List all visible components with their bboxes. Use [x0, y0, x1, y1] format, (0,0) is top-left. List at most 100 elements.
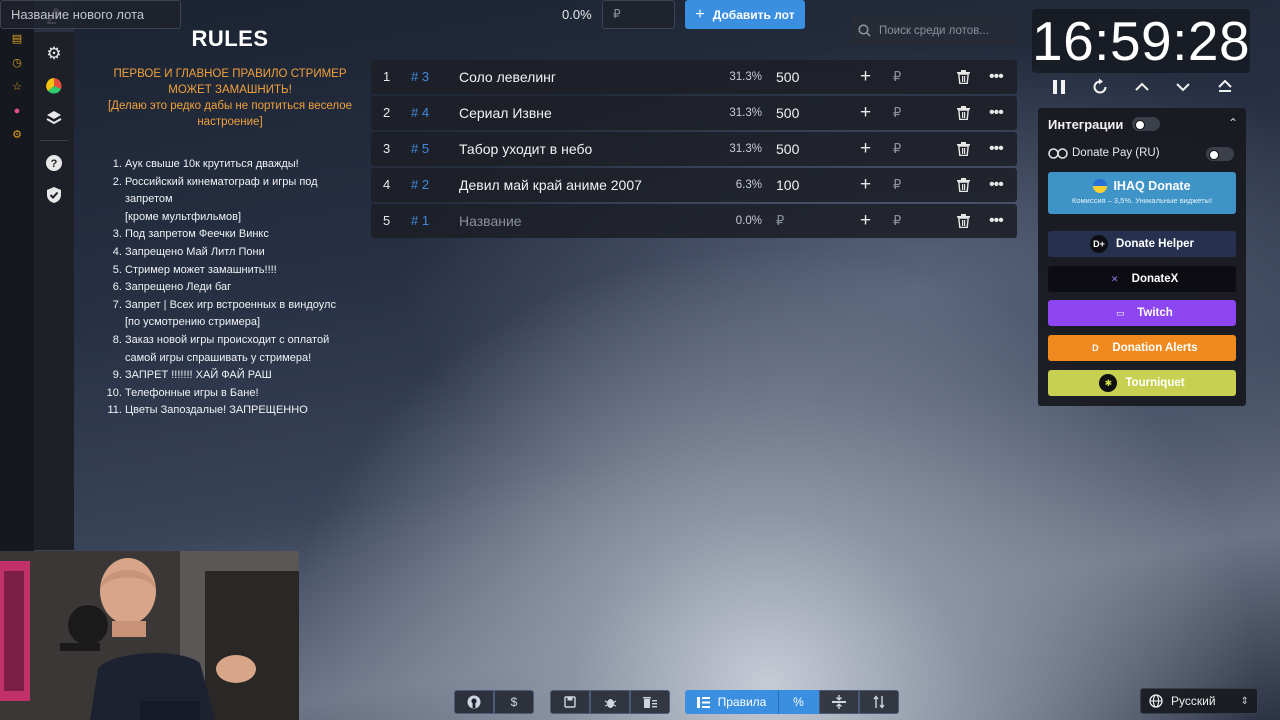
- collapse-icon[interactable]: ⌃: [1228, 116, 1238, 130]
- lot-percent: 31.3%: [729, 143, 762, 155]
- add-amount-icon[interactable]: +: [860, 96, 871, 130]
- lot-percent: 31.3%: [729, 107, 762, 119]
- lot-amount[interactable]: 500: [776, 60, 799, 94]
- service-button-donation-alerts[interactable]: D Donation Alerts: [1048, 335, 1236, 361]
- lot-amount[interactable]: 500: [776, 96, 799, 130]
- trash-icon[interactable]: [957, 96, 970, 130]
- rule-text: Телефонные игры в Бане!: [125, 386, 259, 399]
- service-button-tourniquet[interactable]: ✱ Tourniquet: [1048, 370, 1236, 396]
- more-icon[interactable]: •••: [989, 168, 1004, 202]
- reset-icon[interactable]: [1085, 72, 1115, 102]
- donate-pay-toggle[interactable]: [1206, 147, 1234, 161]
- service-label: Donate Helper: [1116, 238, 1194, 250]
- service-label: Twitch: [1137, 307, 1173, 319]
- service-label: Donation Alerts: [1112, 342, 1198, 354]
- github-button[interactable]: [454, 690, 494, 714]
- more-icon[interactable]: •••: [989, 204, 1004, 238]
- rule-text: Цветы Запоздалые! ЗАПРЕЩЕННО: [125, 404, 308, 417]
- lot-name[interactable]: Табор уходит в небо: [459, 132, 592, 166]
- lot-row[interactable]: 4 # 2 Девил май край аниме 2007 6.3% 100 + ₽ ••…: [371, 168, 1017, 202]
- lot-name[interactable]: Девил май край аниме 2007: [459, 168, 642, 202]
- lot-amount[interactable]: ₽: [776, 204, 784, 238]
- more-icon[interactable]: •••: [989, 132, 1004, 166]
- github-icon: [467, 695, 481, 709]
- donate-pay-row: Donate Pay (RU): [1048, 146, 1236, 162]
- new-lot-amount-input[interactable]: ₽: [602, 0, 675, 29]
- clock-icon[interactable]: ◷: [10, 56, 24, 70]
- donate-dollar-button[interactable]: $: [494, 690, 534, 714]
- more-icon[interactable]: •••: [989, 96, 1004, 130]
- folder-icon[interactable]: ▤: [10, 32, 24, 46]
- palette-icon[interactable]: ●: [10, 104, 24, 118]
- service-button-donate-helper[interactable]: D+ Donate Helper: [1048, 231, 1236, 257]
- lot-id: # 1: [411, 213, 430, 228]
- clear-lots-button[interactable]: [630, 690, 670, 714]
- lot-name[interactable]: Соло левелинг: [459, 60, 556, 94]
- select-chevron-icon: ⇕: [1240, 695, 1249, 707]
- add-amount-icon[interactable]: +: [860, 168, 871, 202]
- settings-small-icon[interactable]: ⚙: [10, 128, 24, 142]
- lot-amount[interactable]: 100: [776, 168, 799, 202]
- lot-row[interactable]: 5 # 1 Название 0.0% ₽ + ₽ •••: [371, 204, 1017, 238]
- sort-button[interactable]: [859, 690, 899, 714]
- iqhaq-title: IHAQ Donate: [1113, 179, 1191, 193]
- language-select[interactable]: Русский ⇕: [1140, 688, 1258, 714]
- language-label: Русский: [1171, 694, 1216, 708]
- more-icon[interactable]: •••: [989, 60, 1004, 94]
- shield-check-icon[interactable]: [34, 179, 74, 211]
- double-up-icon[interactable]: [1210, 72, 1240, 102]
- rules-button[interactable]: Правила: [685, 690, 778, 714]
- timer-controls: [1040, 72, 1246, 102]
- chevron-up-icon[interactable]: [1127, 72, 1157, 102]
- lot-currency: ₽: [893, 141, 902, 156]
- rule-text: Запрещено Леди баг: [125, 281, 232, 294]
- service-label: Tourniquet: [1125, 377, 1185, 389]
- integrations-toggle[interactable]: [1132, 117, 1160, 131]
- lot-name[interactable]: Название: [459, 204, 522, 238]
- trash-icon[interactable]: [957, 132, 970, 166]
- percent-toggle-button[interactable]: %: [778, 690, 819, 714]
- lot-currency: ₽: [893, 105, 902, 120]
- settings-icon[interactable]: ⚙: [34, 38, 74, 70]
- add-amount-icon[interactable]: +: [860, 132, 871, 166]
- help-icon[interactable]: ?: [34, 147, 74, 179]
- wheel-icon[interactable]: [34, 70, 74, 102]
- lot-name[interactable]: Сериал Извне: [459, 96, 552, 130]
- lot-row[interactable]: 3 # 5 Табор уходит в небо 31.3% 500 + ₽ •••: [371, 132, 1017, 166]
- trash-icon[interactable]: [957, 60, 970, 94]
- lot-currency: ₽: [893, 177, 902, 192]
- compact-view-button[interactable]: [819, 690, 859, 714]
- service-button-donatex[interactable]: ✕ DonateX: [1048, 266, 1236, 292]
- rule-item: Под запретом Феечки Винкс: [125, 226, 360, 244]
- bug-icon: [604, 698, 616, 708]
- rule-text: Стример может замашнить!!!!: [125, 263, 277, 276]
- lot-search-input[interactable]: Поиск среди лотов...: [850, 16, 1018, 45]
- layers-icon[interactable]: [34, 102, 74, 134]
- add-lot-button[interactable]: + Добавить лот: [685, 0, 805, 29]
- service-logo-icon: ▭: [1115, 307, 1125, 318]
- save-button[interactable]: [550, 690, 590, 714]
- add-amount-icon[interactable]: +: [860, 204, 871, 238]
- service-button-twitch[interactable]: ▭ Twitch: [1048, 300, 1236, 326]
- service-logo-icon: D+: [1090, 235, 1109, 253]
- rule-item: Запрещено Леди баг: [125, 279, 360, 297]
- webcam-overlay: [0, 551, 299, 720]
- rules-icon: [696, 696, 710, 708]
- lot-row[interactable]: 2 # 4 Сериал Извне 31.3% 500 + ₽ •••: [371, 96, 1017, 130]
- iqhaq-donate-button[interactable]: IHAQ Donate Комиссия – 3,5%. Уникальные …: [1048, 172, 1236, 214]
- trash-icon[interactable]: [957, 168, 970, 202]
- lot-row[interactable]: 1 # 3 Соло левелинг 31.3% 500 + ₽ •••: [371, 60, 1017, 94]
- lot-index: 2: [383, 105, 391, 120]
- new-lot-name-input[interactable]: Название нового лота: [0, 0, 181, 29]
- bug-report-button[interactable]: [590, 690, 630, 714]
- trash-list-icon: [643, 696, 657, 708]
- add-amount-icon[interactable]: +: [860, 60, 871, 94]
- lot-percent: 31.3%: [729, 71, 762, 83]
- rule-item: Стример может замашнить!!!!: [125, 262, 360, 280]
- star-icon[interactable]: ☆: [10, 80, 24, 94]
- pause-icon[interactable]: [1044, 72, 1074, 102]
- lot-amount[interactable]: 500: [776, 132, 799, 166]
- trash-icon[interactable]: [957, 204, 970, 238]
- rule-text: Запрет | Всех игр встроенных в виндоулс: [125, 298, 336, 311]
- chevron-down-icon[interactable]: [1168, 72, 1198, 102]
